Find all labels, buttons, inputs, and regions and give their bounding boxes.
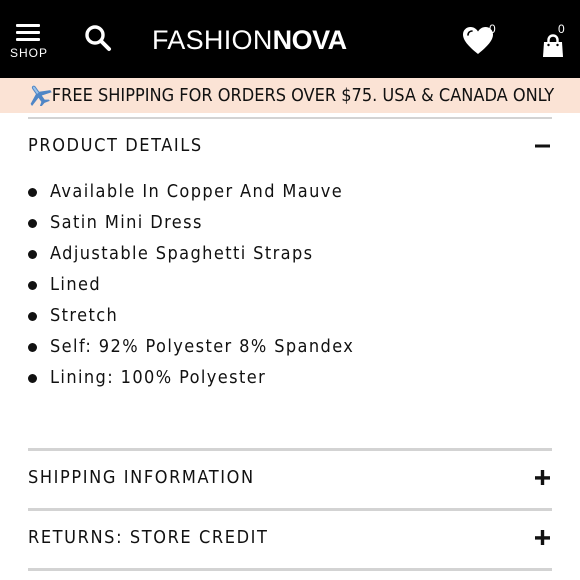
bullet-icon [28,312,37,321]
airplane-icon [30,85,52,106]
cart-button[interactable]: 0 [538,22,572,58]
detail-text: Stretch [50,305,119,326]
section-divider [28,117,552,119]
detail-text: Self: 92% Polyester 8% Spandex [50,336,355,357]
bullet-icon [28,250,37,259]
list-item: Adjustable Spaghetti Straps [28,240,552,271]
list-item: Lining: 100% Polyester [28,364,552,395]
minus-icon[interactable] [535,138,551,154]
section-divider [28,448,552,451]
banner-text: FREE SHIPPING FOR ORDERS OVER $75. USA &… [51,85,555,106]
cart-count-badge: 0 [558,22,565,36]
search-icon [85,25,111,51]
hamburger-menu-icon [16,24,40,42]
detail-text: Adjustable Spaghetti Straps [50,243,314,264]
section-divider [28,508,552,511]
shipping-information-header[interactable]: SHIPPING INFORMATION [28,467,255,488]
list-item: Satin Mini Dress [28,209,552,240]
logo-text-bold: NOVA [272,25,348,55]
detail-text: Satin Mini Dress [50,212,203,233]
bullet-icon [28,374,37,383]
returns-header[interactable]: RETURNS: STORE CREDIT [28,527,269,548]
bullet-icon [28,343,37,352]
detail-text: Lining: 100% Polyester [50,367,267,388]
search-button[interactable] [84,24,112,52]
free-shipping-banner[interactable]: FREE SHIPPING FOR ORDERS OVER $75. USA &… [0,78,580,113]
list-item: Self: 92% Polyester 8% Spandex [28,333,552,364]
detail-text: Lined [50,274,102,295]
wishlist-count-badge: 0 [489,22,496,36]
fashionnova-logo[interactable]: FASHIONNOVA [152,22,347,58]
menu-label: SHOP [10,46,49,60]
list-item: Stretch [28,302,552,333]
logo-text-light: FASHION [152,25,273,55]
menu-button[interactable]: SHOP [10,20,49,62]
section-divider [28,568,552,571]
product-details-list: Available In Copper And Mauve Satin Mini… [28,178,552,395]
bullet-icon [28,219,37,228]
plus-icon[interactable] [535,470,551,486]
list-item: Available In Copper And Mauve [28,178,552,209]
site-header: SHOP FASHIONNOVA 0 0 [0,0,580,78]
wishlist-button[interactable]: 0 [462,22,502,56]
detail-text: Available In Copper And Mauve [50,181,344,202]
bullet-icon [28,281,37,290]
shopping-bag-icon [543,34,563,57]
bullet-icon [28,188,37,197]
product-details-header[interactable]: PRODUCT DETAILS [28,135,203,156]
list-item: Lined [28,271,552,302]
plus-icon[interactable] [535,530,551,546]
